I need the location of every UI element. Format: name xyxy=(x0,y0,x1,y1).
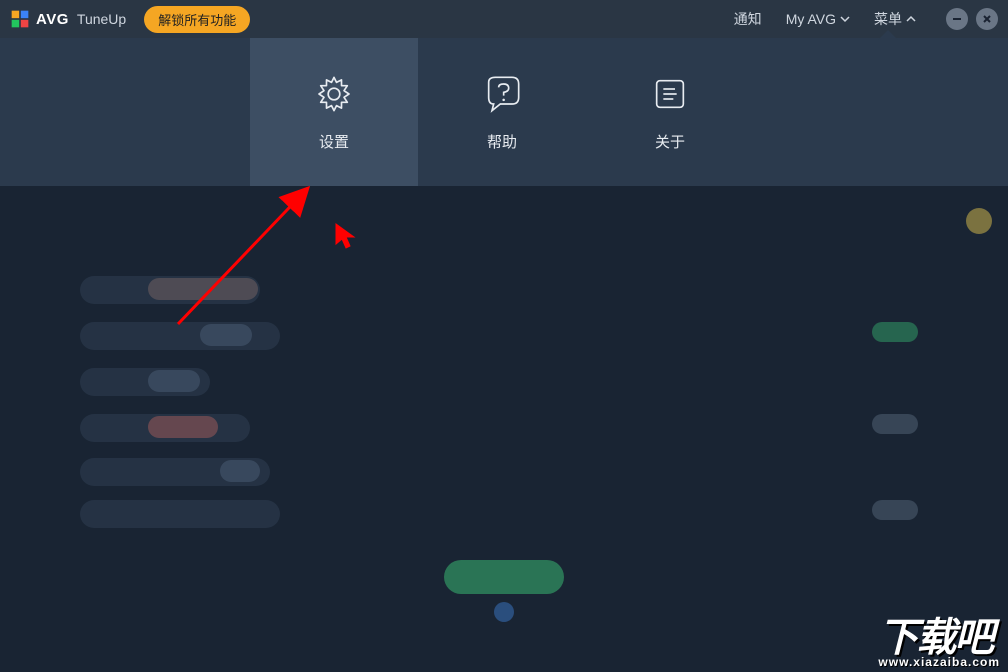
blurred-pill xyxy=(148,278,258,300)
about-icon xyxy=(649,73,691,115)
chevron-up-icon xyxy=(906,11,916,27)
close-button[interactable] xyxy=(976,8,998,30)
chevron-down-icon xyxy=(840,11,850,27)
nav-menu-label: 菜单 xyxy=(874,9,902,29)
blurred-list-row xyxy=(80,500,280,528)
menu-tile-label: 关于 xyxy=(655,131,685,152)
window-controls xyxy=(946,8,998,30)
title-bar: AVG TuneUp 解锁所有功能 通知 My AVG 菜单 xyxy=(0,0,1008,38)
watermark: 下载吧 www.xiazaiba.com xyxy=(878,619,1000,668)
watermark-url: www.xiazaiba.com xyxy=(878,657,1000,668)
status-dot xyxy=(966,208,992,234)
help-icon xyxy=(481,73,523,115)
nav-notifications[interactable]: 通知 xyxy=(734,9,762,29)
nav-menu[interactable]: 菜单 xyxy=(874,9,916,29)
avg-logo-icon xyxy=(10,9,30,29)
blurred-pill xyxy=(200,324,252,346)
blurred-pill xyxy=(148,370,200,392)
menu-caret-icon xyxy=(878,30,898,40)
blurred-info-dot xyxy=(494,602,514,622)
blurred-toggle xyxy=(872,500,918,520)
unlock-all-button[interactable]: 解锁所有功能 xyxy=(144,6,250,33)
menu-tile-label: 帮助 xyxy=(487,131,517,152)
brand-name: AVG xyxy=(36,11,69,28)
nav-my-avg-label: My AVG xyxy=(786,11,836,27)
menu-tile-about[interactable]: 关于 xyxy=(586,38,754,186)
app-logo: AVG TuneUp xyxy=(10,9,126,29)
nav-notifications-label: 通知 xyxy=(734,9,762,29)
blurred-pill xyxy=(148,416,218,438)
menu-dropdown-panel: 设置 帮助 关于 xyxy=(0,38,1008,186)
menu-tile-label: 设置 xyxy=(319,131,349,152)
product-name: TuneUp xyxy=(77,11,126,27)
gear-icon xyxy=(313,73,355,115)
menu-tile-help[interactable]: 帮助 xyxy=(418,38,586,186)
nav-my-avg[interactable]: My AVG xyxy=(786,11,850,27)
menu-tile-settings[interactable]: 设置 xyxy=(250,38,418,186)
blurred-toggle xyxy=(872,414,918,434)
blurred-pill xyxy=(220,460,260,482)
watermark-big: 下载吧 xyxy=(878,619,1000,657)
blurred-primary-button xyxy=(444,560,564,594)
minimize-button[interactable] xyxy=(946,8,968,30)
blurred-toggle xyxy=(872,322,918,342)
